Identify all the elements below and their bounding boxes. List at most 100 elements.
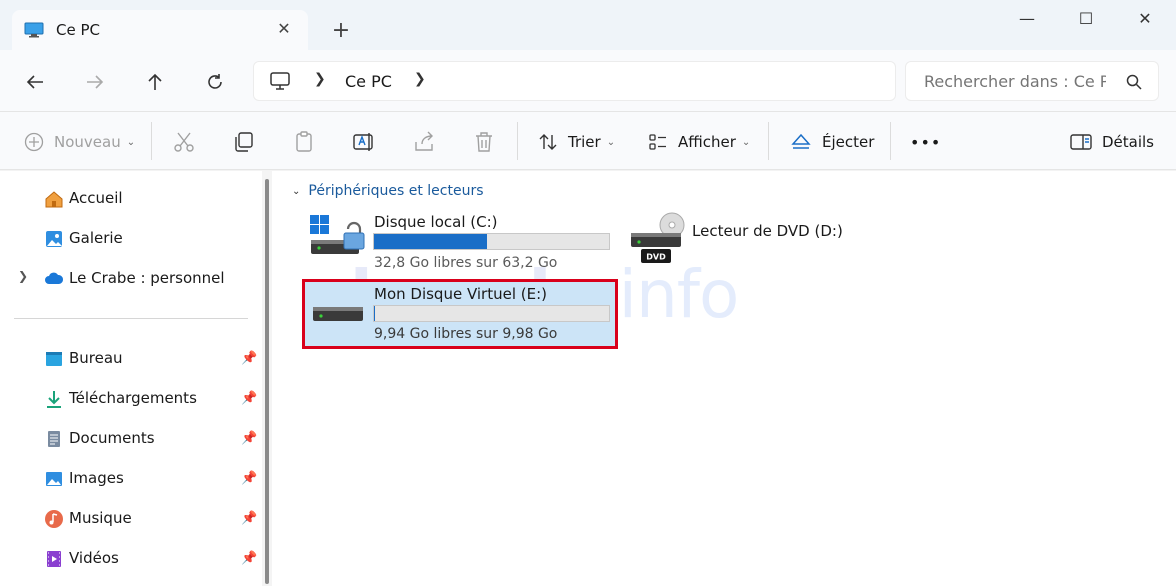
sort-icon	[539, 134, 557, 150]
refresh-button[interactable]	[200, 67, 230, 97]
drive-name: Lecteur de DVD (D:)	[692, 222, 843, 240]
sidebar-divider	[14, 318, 248, 319]
maximize-button[interactable]: ☐	[1057, 0, 1115, 40]
arrow-left-icon	[26, 75, 43, 89]
chevron-down-icon: ⌄	[292, 185, 301, 197]
more-options-button[interactable]: •••	[910, 130, 941, 154]
new-button[interactable]: Nouveau ⌄	[24, 130, 135, 154]
monitor-icon	[24, 22, 44, 38]
dvd-badge-text: DVD	[646, 253, 666, 262]
sidebar-item-label: Musique	[69, 509, 132, 527]
details-button[interactable]: Détails	[1070, 130, 1154, 154]
pin-icon[interactable]: 📌	[241, 391, 257, 407]
home-icon	[45, 191, 63, 208]
share-icon[interactable]	[412, 130, 436, 154]
view-label: Afficher	[678, 133, 736, 151]
dvd-drive-icon: DVD	[631, 212, 685, 263]
desktop-folder-icon	[46, 352, 62, 366]
details-label: Détails	[1102, 133, 1155, 151]
sidebar-item-videos[interactable]: Vidéos 📌	[0, 543, 262, 575]
drive-e-selected-highlight[interactable]: Mon Disque Virtuel (E:) 9,94 Go libres s…	[302, 279, 618, 349]
pane-splitter[interactable]	[272, 171, 280, 586]
toolbar-divider	[517, 122, 518, 160]
sidebar-item-label: Images	[69, 469, 124, 487]
sort-label: Trier	[568, 133, 601, 151]
delete-icon[interactable]	[472, 130, 496, 154]
pin-icon[interactable]: 📌	[241, 431, 257, 447]
sidebar-item-label: Le Crabe : personnel	[69, 269, 225, 287]
eject-icon	[791, 133, 811, 149]
close-button[interactable]: ✕	[1116, 0, 1174, 40]
sidebar-item-documents[interactable]: Documents 📌	[0, 423, 262, 455]
chevron-down-icon: ⌄	[606, 136, 616, 148]
drive-usage-fill	[374, 234, 487, 249]
pin-icon[interactable]: 📌	[241, 471, 257, 487]
sidebar-item-bureau[interactable]: Bureau 📌	[0, 343, 262, 375]
paste-icon[interactable]	[292, 130, 316, 154]
arrow-up-icon	[148, 73, 162, 90]
search-icon	[1126, 74, 1142, 90]
view-button[interactable]: Afficher ⌄	[648, 130, 750, 154]
scrollbar-thumb[interactable]	[265, 179, 269, 584]
sidebar-item-telechargements[interactable]: Téléchargements 📌	[0, 383, 262, 415]
content-pane: lecrabeinfo ⌄ Périphériques et lecteurs …	[280, 171, 1176, 586]
minimize-button[interactable]: —	[998, 0, 1056, 40]
up-button[interactable]	[140, 67, 170, 97]
address-bar[interactable]: ❯ Ce PC ❯	[253, 61, 896, 101]
pin-icon[interactable]: 📌	[241, 351, 257, 367]
drive-free-space: 32,8 Go libres sur 63,2 Go	[374, 255, 558, 271]
toolbar-divider	[151, 122, 152, 160]
breadcrumb-ce-pc[interactable]: Ce PC	[345, 72, 392, 91]
sidebar-item-label: Accueil	[69, 189, 123, 207]
rename-icon[interactable]	[352, 130, 376, 154]
arrow-right-icon	[87, 75, 104, 89]
group-header-devices[interactable]: ⌄ Périphériques et lecteurs	[292, 183, 484, 199]
sidebar-item-images[interactable]: Images 📌	[0, 463, 262, 495]
command-bar: Nouveau ⌄ Trier ⌄ Afficher ⌄ Éjecter •••…	[0, 112, 1176, 170]
sidebar-item-label: Vidéos	[69, 549, 119, 567]
drive-d[interactable]: DVD Lecteur de DVD (D:)	[626, 211, 886, 271]
toolbar-divider	[890, 122, 891, 160]
plus-circle-icon	[24, 132, 44, 152]
breadcrumb-chevron-icon[interactable]: ❯	[414, 71, 426, 87]
cut-icon[interactable]	[172, 130, 196, 154]
refresh-icon	[208, 74, 222, 89]
group-title: Périphériques et lecteurs	[308, 183, 484, 199]
sort-button[interactable]: Trier ⌄	[538, 130, 615, 154]
drive-usage-bar	[373, 233, 610, 250]
sidebar-scrollbar[interactable]	[262, 171, 272, 586]
chevron-down-icon: ⌄	[741, 136, 751, 148]
new-label: Nouveau	[54, 133, 121, 151]
sidebar-item-label: Téléchargements	[69, 389, 197, 407]
documents-icon	[48, 431, 60, 447]
sidebar-item-musique[interactable]: Musique 📌	[0, 503, 262, 535]
navigation-pane: Accueil Galerie ❯ Le Crabe : personnel B…	[0, 171, 262, 586]
chevron-right-icon[interactable]: ❯	[18, 269, 28, 283]
sidebar-item-onedrive[interactable]: ❯ Le Crabe : personnel	[0, 263, 262, 295]
drive-c[interactable]: Disque local (C:) 32,8 Go libres sur 63,…	[308, 211, 628, 271]
search-box[interactable]	[905, 61, 1159, 101]
back-button[interactable]	[20, 67, 50, 97]
sidebar-item-label: Galerie	[69, 229, 123, 247]
forward-button[interactable]	[80, 67, 110, 97]
search-input[interactable]	[924, 72, 1106, 91]
drive-name: Mon Disque Virtuel (E:)	[374, 285, 548, 303]
pin-icon[interactable]: 📌	[241, 511, 257, 527]
sidebar-item-galerie[interactable]: Galerie	[0, 223, 262, 255]
tab-ce-pc[interactable]: Ce PC ✕	[12, 10, 308, 50]
tab-close-icon[interactable]: ✕	[274, 19, 294, 39]
computer-icon	[270, 72, 290, 90]
chevron-down-icon: ⌄	[126, 136, 136, 148]
pictures-icon	[46, 472, 62, 486]
eject-button[interactable]: Éjecter	[790, 130, 874, 154]
new-tab-button[interactable]: +	[328, 18, 354, 44]
drive-free-space: 9,94 Go libres sur 9,98 Go	[374, 326, 558, 342]
copy-icon[interactable]	[232, 130, 256, 154]
sidebar-item-accueil[interactable]: Accueil	[0, 183, 262, 215]
videos-icon	[47, 551, 61, 567]
hard-drive-icon	[313, 307, 363, 321]
download-icon	[47, 391, 61, 408]
onedrive-cloud-icon	[45, 272, 64, 284]
breadcrumb-chevron-icon[interactable]: ❯	[314, 71, 326, 87]
pin-icon[interactable]: 📌	[241, 551, 257, 567]
